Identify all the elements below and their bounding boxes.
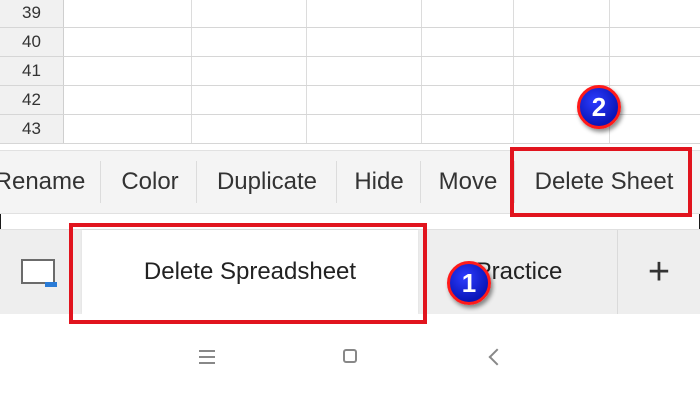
grid-cell[interactable] (422, 28, 514, 56)
grid-cell[interactable] (307, 115, 422, 143)
grid-cell[interactable] (514, 28, 610, 56)
home-button[interactable] (335, 342, 365, 372)
grid-cell[interactable] (422, 57, 514, 85)
system-nav-bar (0, 314, 700, 401)
menu-divider (100, 161, 101, 203)
grid-cell[interactable] (307, 28, 422, 56)
grid-row[interactable]: 41 (0, 57, 700, 86)
plus-icon[interactable]: + (618, 230, 700, 314)
grid-cell[interactable] (422, 115, 514, 143)
grid-cell[interactable] (64, 115, 192, 143)
grid-cell[interactable] (64, 28, 192, 56)
grid-cell[interactable] (64, 0, 192, 27)
grid-cell[interactable] (514, 57, 610, 85)
grid-cell[interactable] (64, 86, 192, 114)
rename-menu-item[interactable]: Rename (0, 151, 92, 213)
chevron-left-icon (488, 348, 506, 366)
color-menu-item[interactable]: Color (104, 151, 196, 213)
menu-divider (420, 161, 421, 203)
hide-menu-item[interactable]: Hide (338, 151, 420, 213)
menu-divider (196, 161, 197, 203)
row-header[interactable]: 40 (0, 28, 64, 56)
delete-sheet-highlight (510, 147, 692, 217)
grid-cell[interactable] (307, 57, 422, 85)
grid-cell[interactable] (514, 0, 610, 27)
row-header[interactable]: 39 (0, 0, 64, 27)
grid-cell[interactable] (192, 28, 307, 56)
step-2-badge: 2 (577, 85, 621, 129)
row-header[interactable]: 43 (0, 115, 64, 143)
grid-cell[interactable] (192, 57, 307, 85)
grid-cell[interactable] (64, 57, 192, 85)
grid-cell[interactable] (192, 115, 307, 143)
row-header[interactable]: 41 (0, 57, 64, 85)
sheet-list-button[interactable] (0, 230, 80, 314)
grid-cell[interactable] (192, 0, 307, 27)
square-icon (343, 349, 357, 363)
grid-cell[interactable] (307, 86, 422, 114)
menu-divider (336, 161, 337, 203)
sheet-list-icon (21, 259, 57, 287)
duplicate-menu-item[interactable]: Duplicate (198, 151, 336, 213)
grid-cell[interactable] (422, 86, 514, 114)
grid-cell[interactable] (307, 0, 422, 27)
step-1-badge: 1 (447, 261, 491, 305)
grid-cell[interactable] (422, 0, 514, 27)
recent-apps-button[interactable] (192, 342, 222, 372)
grid-cell[interactable] (192, 86, 307, 114)
grid-row[interactable]: 40 (0, 28, 700, 57)
active-tab-highlight (69, 223, 427, 324)
grid-row[interactable]: 39 (0, 0, 700, 28)
row-header[interactable]: 42 (0, 86, 64, 114)
back-button[interactable] (480, 342, 510, 372)
move-menu-item[interactable]: Move (422, 151, 514, 213)
